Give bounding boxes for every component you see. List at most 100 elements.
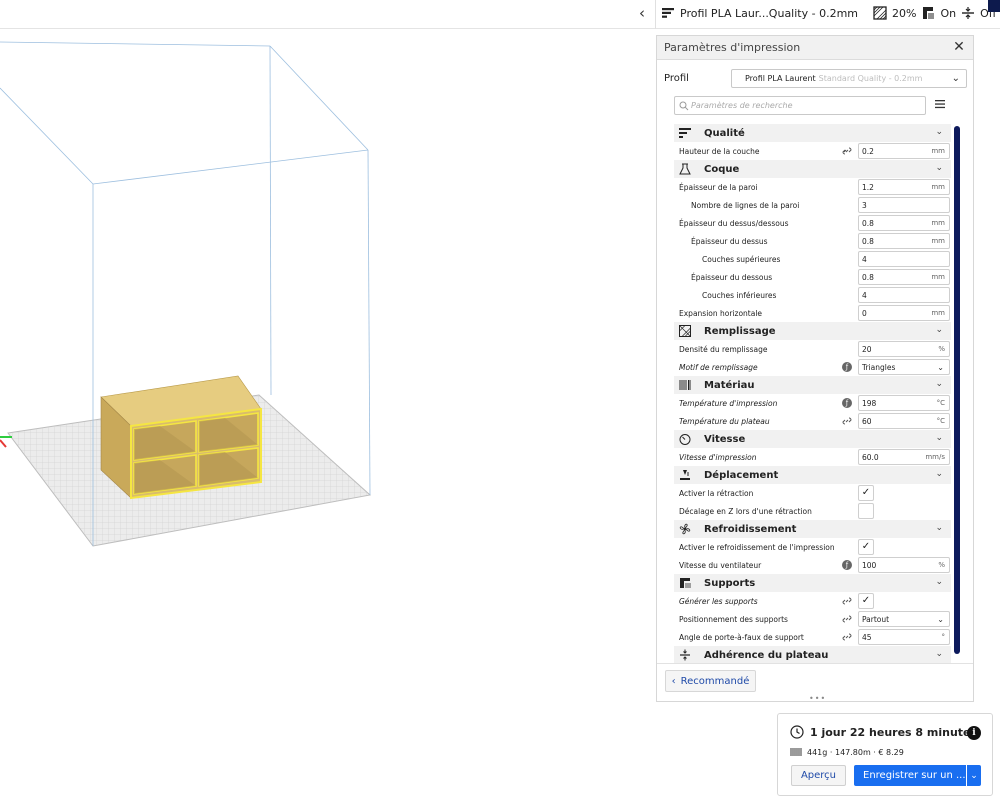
bottom-layers-field[interactable]: 4 (858, 287, 950, 303)
setting-label: Nombre de lignes de la paroi (691, 200, 800, 210)
setting-row: Vitesse du ventilateur ƒ 100% (674, 556, 951, 574)
top-layers-field[interactable]: 4 (858, 251, 950, 267)
category-cooling[interactable]: Refroidissement ⌄ (674, 520, 951, 538)
setting-row: Vitesse d'impression 60.0 mm/s (674, 448, 951, 466)
category-speed[interactable]: Vitesse ⌄ (674, 430, 951, 448)
setting-row: Température d'impression ƒ 198 °C (674, 394, 951, 412)
print-info-box: 1 jour 22 heures 8 minutes i 441g · 147.… (777, 713, 993, 796)
layer-height-field[interactable]: 0.2 mm (858, 143, 950, 159)
quality-icon (679, 128, 691, 138)
profile-summary-text: Profil PLA Laur...Quality - 0.2mm (680, 6, 859, 20)
link-icon[interactable] (842, 416, 852, 426)
setting-label: Couches inférieures (702, 290, 777, 300)
print-settings-summary[interactable]: Profil PLA Laur...Quality - 0.2mm 20% On… (660, 0, 1000, 26)
infill-value: 20% (892, 6, 917, 20)
enable-retraction-checkbox[interactable]: ✓ (858, 485, 874, 501)
recommended-button[interactable]: ‹ Recommandé (665, 670, 756, 692)
preview-button[interactable]: Aperçu (791, 765, 846, 786)
print-speed-field[interactable]: 60.0 mm/s (858, 449, 950, 465)
category-adhesion[interactable]: Adhérence du plateau ⌄ (674, 646, 951, 664)
link-icon[interactable] (842, 596, 852, 606)
collapse-panel-button[interactable]: ‹ (633, 4, 651, 22)
save-options-dropdown[interactable]: ⌄ (967, 765, 981, 786)
panel-header: Paramètres d'impression ✕ (657, 36, 973, 60)
top-bottom-thickness-field[interactable]: 0.8 mm (858, 215, 950, 231)
horizontal-expansion-field[interactable]: 0 mm (858, 305, 950, 321)
material-usage: 441g · 147.80m · € 8.29 (790, 747, 904, 757)
generate-support-checkbox[interactable]: ✓ (858, 593, 874, 609)
bed-temperature-field[interactable]: 60 °C (858, 413, 950, 429)
recommended-label: Recommandé (680, 675, 750, 687)
enable-cooling-checkbox[interactable]: ✓ (858, 539, 874, 555)
window-corner (988, 0, 1000, 12)
top-thickness-field[interactable]: 0.8 mm (858, 233, 950, 249)
save-to-button[interactable]: Enregistrer sur un ... (854, 765, 966, 786)
function-icon[interactable]: ƒ (842, 560, 852, 570)
function-icon[interactable]: ƒ (842, 398, 852, 408)
fan-speed-field[interactable]: 100% (858, 557, 950, 573)
support-value: On (940, 6, 957, 20)
fan-icon (679, 523, 691, 535)
settings-menu-icon[interactable] (934, 98, 946, 110)
setting-row: Nombre de lignes de la paroi 3 (674, 196, 951, 214)
setting-label: Générer les supports (679, 596, 758, 606)
setting-label: Hauteur de la couche (679, 146, 760, 156)
infill-icon (872, 5, 888, 21)
chevron-down-icon: ⌄ (935, 649, 943, 659)
support-icon (680, 578, 691, 588)
setting-row: Hauteur de la couche 0.2 mm (674, 142, 951, 160)
3d-viewport[interactable] (0, 29, 655, 796)
setting-row: Décalage en Z lors d'une rétraction (674, 502, 951, 520)
bottom-thickness-field[interactable]: 0.8 mm (858, 269, 950, 285)
category-support[interactable]: Supports ⌄ (674, 574, 951, 592)
chevron-down-icon: ⌄ (935, 433, 943, 443)
chevron-down-icon: ⌄ (951, 73, 960, 84)
category-label: Matériau (704, 379, 755, 391)
setting-label: Vitesse du ventilateur (679, 560, 762, 570)
chevron-down-icon: ⌄ (935, 127, 943, 137)
search-input[interactable]: Paramètres de recherche (674, 96, 926, 115)
settings-scrollbar[interactable] (954, 126, 960, 654)
adhesion-icon (680, 649, 690, 661)
profile-dropdown[interactable]: Profil PLA Laurent Standard Quality - 0.… (731, 69, 967, 88)
info-icon[interactable]: i (967, 726, 981, 740)
wall-line-count-field[interactable]: 3 (858, 197, 950, 213)
material-icon (679, 380, 691, 390)
setting-row: Température du plateau 60 °C (674, 412, 951, 430)
profile-icon (660, 5, 676, 21)
setting-label: Activer le refroidissement de l'impressi… (679, 542, 835, 552)
setting-label: Température du plateau (679, 416, 770, 426)
resize-handle[interactable]: ••• (809, 694, 826, 703)
wall-thickness-field[interactable]: 1.2 mm (858, 179, 950, 195)
infill-pattern-select[interactable]: Triangles ⌄ (858, 359, 950, 375)
support-angle-field[interactable]: 45 ° (858, 629, 950, 645)
adhesion-icon (960, 5, 976, 21)
setting-row: Épaisseur de la paroi 1.2 mm (674, 178, 951, 196)
setting-row: Épaisseur du dessus 0.8 mm (674, 232, 951, 250)
category-quality[interactable]: Qualité ⌄ (674, 124, 951, 142)
print-time: 1 jour 22 heures 8 minutes (790, 725, 977, 739)
print-temperature-field[interactable]: 198 °C (858, 395, 950, 411)
setting-row: Positionnement des supports Partout ⌄ (674, 610, 951, 628)
infill-density-field[interactable]: 20% (858, 341, 950, 357)
setting-label: Angle de porte-à-faux de support (679, 632, 804, 642)
link-icon[interactable] (842, 614, 852, 624)
setting-row: Épaisseur du dessous 0.8 mm (674, 268, 951, 286)
support-placement-select[interactable]: Partout ⌄ (858, 611, 950, 627)
category-infill[interactable]: Remplissage ⌄ (674, 322, 951, 340)
print-time-text: 1 jour 22 heures 8 minutes (810, 725, 978, 739)
scene (0, 41, 372, 547)
setting-label: Température d'impression (679, 398, 778, 408)
function-icon[interactable]: ƒ (842, 362, 852, 372)
z-hop-checkbox[interactable] (858, 503, 874, 519)
link-icon[interactable] (842, 146, 852, 156)
link-icon[interactable] (842, 632, 852, 642)
category-travel[interactable]: Déplacement ⌄ (674, 466, 951, 484)
close-icon[interactable]: ✕ (952, 40, 966, 54)
category-shell[interactable]: Coque ⌄ (674, 160, 951, 178)
chevron-down-icon: ⌄ (935, 577, 943, 587)
panel-title: Paramètres d'impression (664, 41, 801, 54)
settings-list: Qualité ⌄ Hauteur de la couche 0.2 mm Coq… (674, 124, 951, 664)
category-label: Vitesse (704, 433, 746, 445)
category-material[interactable]: Matériau ⌄ (674, 376, 951, 394)
